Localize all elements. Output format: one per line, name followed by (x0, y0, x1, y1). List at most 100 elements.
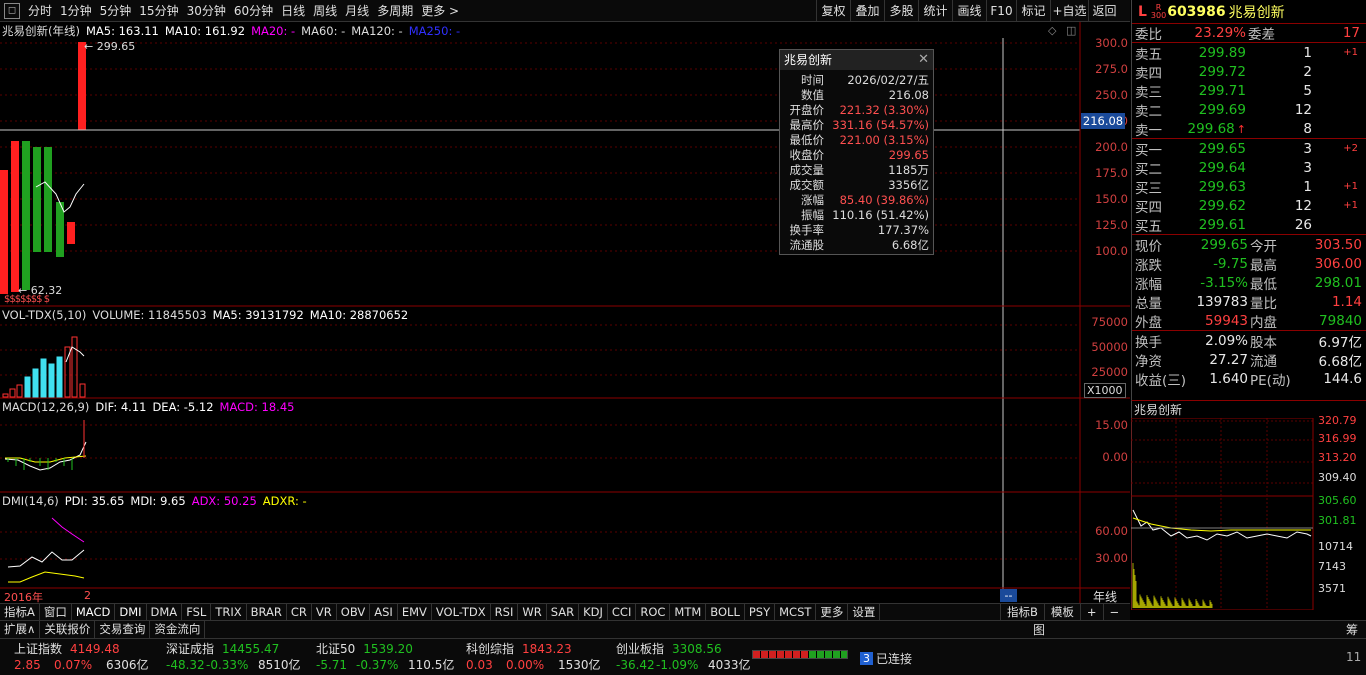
popup-label-5: 收盘价 (789, 148, 825, 162)
indicator-tab-10[interactable]: OBV (337, 604, 371, 620)
stock-name: 兆易创新 (1228, 4, 1285, 21)
indicator-tabs-right: 指标B 模板 + − (1000, 603, 1125, 620)
indicator-tab-19[interactable]: ROC (636, 604, 671, 620)
data-window-popup[interactable]: 兆易创新 ✕ 时间 2026/02/27/五 数值 216.08 开盘价 221.32 (… (779, 49, 934, 255)
close-icon[interactable]: ✕ (918, 50, 929, 70)
popup-row-4: 最低价 221.00 (3.15%) (780, 133, 933, 148)
indicator-tab-21[interactable]: BOLL (706, 604, 745, 620)
indicator-tab-3[interactable]: DMI (115, 604, 147, 620)
indicator-tab-16[interactable]: SAR (547, 604, 580, 620)
index-1[interactable]: 深证成指 14455.47 -48.32-0.33% 8510亿 (166, 641, 306, 673)
stat-row-1: 涨跌 -9.75 最高 306.00 (1132, 254, 1366, 274)
indicator-tab-right-1[interactable]: 模板 (1043, 603, 1080, 620)
index-3[interactable]: 科创综指 1843.23 0.03 0.00% 1530亿 (466, 641, 606, 673)
dmi-y-tick-0: 60.00 (1095, 524, 1128, 538)
indicator-tab-15[interactable]: WR (518, 604, 547, 620)
ext-tab-1[interactable]: 关联报价 (40, 621, 96, 638)
macd-name[interactable]: MACD(12,26,9) (2, 399, 89, 415)
toolbar-btn-5[interactable]: F10 (986, 0, 1016, 22)
toolbar-btn-8[interactable]: 返回 (1088, 0, 1120, 22)
mdi-line (8, 571, 85, 583)
period-tab-2[interactable]: 5分钟 (96, 0, 136, 22)
indicator-tab-right-2[interactable]: + (1079, 603, 1103, 620)
popup-label-7: 成交额 (789, 178, 825, 192)
ask-price-3: 299.69 (1198, 101, 1246, 118)
period-tab-5[interactable]: 60分钟 (230, 0, 277, 22)
vol-multiplier: X1000 (1084, 383, 1126, 398)
popup-value-11: 6.68亿 (891, 238, 929, 252)
vol-name[interactable]: VOL-TDX(5,10) (2, 307, 86, 323)
indicator-tab-right-3[interactable]: − (1102, 603, 1126, 620)
period-tab-7[interactable]: 周线 (309, 0, 341, 22)
indicator-tab-23[interactable]: MCST (775, 604, 817, 620)
period-tab-3[interactable]: 15分钟 (135, 0, 182, 22)
index-line1-3: 科创综指 1843.23 (466, 641, 606, 657)
more-periods-button[interactable]: 更多 > (417, 0, 463, 22)
period-tab-1[interactable]: 1分钟 (56, 0, 96, 22)
period-tab-9[interactable]: 多周期 (373, 0, 417, 22)
period-tab-4[interactable]: 30分钟 (183, 0, 230, 22)
ext-tab-2[interactable]: 交易查询 (95, 621, 151, 638)
indicator-tab-7[interactable]: BRAR (247, 604, 287, 620)
candle-1 (11, 141, 19, 292)
ask-levels: 卖五 299.89 1 +1 卖四 299.72 2 卖三 299.71 5 卖二 299.69 12 卖… (1132, 43, 1366, 139)
main-chart-name[interactable]: 兆易创新(年线) (2, 23, 80, 39)
toolbar-btn-1[interactable]: 叠加 (850, 0, 884, 22)
indicator-tab-2[interactable]: MACD (72, 604, 116, 620)
ext-tab-0[interactable]: 扩展∧ (0, 621, 41, 638)
toolbar-btn-3[interactable]: 统计 (918, 0, 952, 22)
window-icon[interactable]: ◻ (4, 2, 20, 19)
bid-price-2: 299.63 (1198, 178, 1246, 195)
stat2-label1-0: 换手 (1135, 334, 1162, 351)
ask-vol-4: 8 (1303, 120, 1312, 137)
stat-value2-3: 1.14 (1331, 293, 1362, 310)
index-4[interactable]: 创业板指 3308.56 -36.42-1.09% 4033亿 (616, 641, 756, 673)
ext-tab-3[interactable]: 资金流向 (150, 621, 206, 638)
toolbar-btn-0[interactable]: 复权 (816, 0, 850, 22)
indicator-tab-25[interactable]: 设置 (848, 604, 881, 620)
bid-vol-2: 1 (1303, 178, 1312, 195)
index-0[interactable]: 上证指数 4149.48 2.85 0.07% 6306亿 (14, 641, 154, 673)
indicator-tab-13[interactable]: VOL-TDX (432, 604, 491, 620)
indicator-tab-6[interactable]: TRIX (211, 604, 247, 620)
chip-toggle[interactable]: 筹 (1346, 621, 1358, 638)
indicator-tab-14[interactable]: RSI (491, 604, 519, 620)
indicator-tab-4[interactable]: DMA (147, 604, 183, 620)
popup-title-bar[interactable]: 兆易创新 ✕ (780, 50, 933, 70)
mini-price-tick-0: 320.79 (1318, 414, 1357, 427)
indicator-tab-20[interactable]: MTM (670, 604, 707, 620)
dmi-name[interactable]: DMI(14,6) (2, 493, 59, 509)
toolbar-btn-7[interactable]: +自选 (1050, 0, 1088, 22)
indicator-tab-24[interactable]: 更多 (816, 604, 849, 620)
popup-value-2: 221.32 (3.30%) (839, 103, 929, 117)
indicator-tab-18[interactable]: CCI (608, 604, 637, 620)
period-tab-8[interactable]: 月线 (341, 0, 373, 22)
index-line1-4: 创业板指 3308.56 (616, 641, 756, 657)
toolbar-btn-2[interactable]: 多股 (884, 0, 918, 22)
indicator-tab-9[interactable]: VR (312, 604, 337, 620)
indicator-tab-right-0[interactable]: 指标B (1000, 603, 1044, 620)
indicator-tab-12[interactable]: EMV (398, 604, 432, 620)
connection-status[interactable]: 3 已连接 (860, 650, 912, 667)
indicator-tab-0[interactable]: 指标A (0, 604, 40, 620)
ask-vol-2: 5 (1303, 82, 1312, 99)
indicator-tab-11[interactable]: ASI (370, 604, 398, 620)
diamond-icon[interactable]: ◇ (1048, 24, 1056, 37)
period-tab-0[interactable]: 分时 (24, 0, 56, 22)
panel-toggle-icon[interactable]: ◫ (1066, 24, 1076, 37)
bid-row-4: 买五 299.61 26 (1132, 215, 1366, 235)
popup-label-10: 换手率 (789, 223, 825, 237)
indicator-tab-22[interactable]: PSY (745, 604, 776, 620)
indicator-tab-1[interactable]: 窗口 (40, 604, 72, 620)
popup-label-1: 数值 (801, 88, 824, 102)
indicator-tab-17[interactable]: KDJ (579, 604, 608, 620)
indicator-tab-8[interactable]: CR (287, 604, 312, 620)
toolbar-btn-4[interactable]: 画线 (952, 0, 986, 22)
toolbar-btn-6[interactable]: 标记 (1016, 0, 1050, 22)
indicator-tab-5[interactable]: FSL (182, 604, 212, 620)
chart-toggle[interactable]: 图 (1033, 621, 1045, 638)
vol-bar-5 (40, 358, 47, 398)
index-2[interactable]: 北证50 1539.20 -5.71 -0.37% 110.5亿 (316, 641, 456, 673)
stat2-value2-1: 6.68亿 (1318, 353, 1362, 370)
period-tab-6[interactable]: 日线 (277, 0, 309, 22)
